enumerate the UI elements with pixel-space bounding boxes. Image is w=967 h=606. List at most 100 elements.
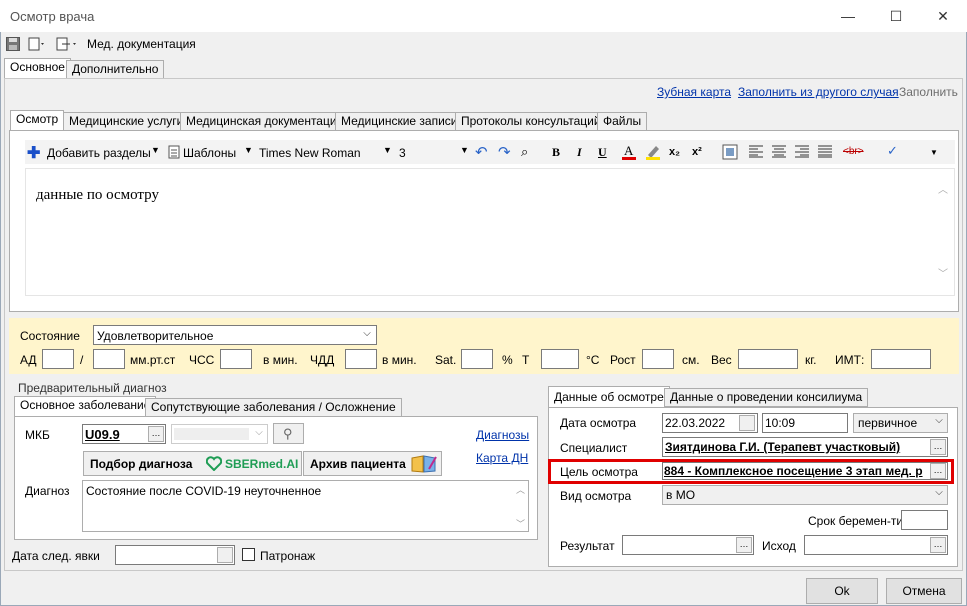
weight-input[interactable]: [738, 349, 798, 369]
state-select[interactable]: Удовлетворительное ⌵: [93, 325, 377, 345]
scroll-down-icon[interactable]: ﹀: [516, 517, 525, 530]
fill-from-other-link[interactable]: Заполнить из другого случая: [738, 85, 899, 99]
result-picker-button[interactable]: …: [736, 537, 752, 553]
specialist-picker-button[interactable]: …: [930, 439, 946, 455]
ribbon-button[interactable]: ⚲: [273, 423, 304, 444]
patient-archive-button[interactable]: Архив пациента: [303, 451, 442, 476]
ad-slash: /: [80, 353, 84, 367]
underline-button[interactable]: U: [598, 145, 607, 160]
size-dropdown-icon[interactable]: ▼: [460, 145, 469, 155]
diagnoses-link[interactable]: Диагнозы: [476, 428, 529, 442]
tab-med-records[interactable]: Медицинские записи: [335, 112, 464, 131]
tab-consilium[interactable]: Данные о проведении консилиума: [664, 388, 869, 407]
tab-files[interactable]: Файлы: [597, 112, 648, 131]
imt-input[interactable]: [871, 349, 931, 369]
chevron-down-icon[interactable]: ▼: [244, 145, 253, 155]
chevron-down-icon[interactable]: ⌵: [252, 427, 266, 438]
patronage-checkbox[interactable]: [242, 548, 255, 561]
add-icon[interactable]: ✚: [27, 143, 40, 163]
tab-med-services[interactable]: Медицинские услуги: [63, 112, 190, 131]
template-icon[interactable]: [168, 145, 180, 159]
highlight-icon[interactable]: [645, 143, 661, 161]
outcome-picker-button[interactable]: …: [930, 537, 946, 553]
redo-icon[interactable]: ↷: [498, 143, 511, 161]
pregnancy-input[interactable]: [901, 510, 948, 530]
scroll-up-icon[interactable]: ︿: [938, 181, 948, 196]
align-right-icon[interactable]: [795, 145, 809, 158]
fill-link[interactable]: Заполнить: [899, 85, 958, 99]
ok-button[interactable]: Ok: [806, 578, 878, 604]
add-sections-button[interactable]: Добавить разделы: [47, 146, 151, 160]
card-dn-link[interactable]: Карта ДН: [476, 451, 528, 465]
tab-exam-data[interactable]: Данные об осмотре: [548, 386, 670, 408]
superscript-icon[interactable]: x²: [692, 146, 702, 158]
font-dropdown-icon[interactable]: ▼: [383, 145, 392, 155]
kind-select[interactable]: в МО ⌵: [662, 485, 948, 505]
close-button[interactable]: ✕: [933, 6, 953, 26]
find-icon[interactable]: ⌕: [521, 144, 528, 160]
save-icon[interactable]: [6, 37, 20, 51]
pick-diagnosis-button[interactable]: Подбор диагноза SBERmed.AI: [83, 451, 302, 476]
minimize-button[interactable]: —: [838, 6, 858, 26]
font-select[interactable]: Times New Roman: [259, 146, 361, 160]
scroll-down-icon[interactable]: ﹀: [938, 265, 948, 280]
height-unit: см.: [682, 353, 700, 367]
tab-additional[interactable]: Дополнительно: [66, 60, 165, 79]
bold-button[interactable]: B: [552, 145, 560, 160]
more-options-icon[interactable]: ▼: [930, 148, 938, 157]
align-left-icon[interactable]: [749, 145, 763, 158]
toolbar: Мед. документация: [0, 32, 967, 56]
tab-main-disease[interactable]: Основное заболевание: [14, 396, 157, 417]
chevron-down-icon[interactable]: ⌵: [932, 415, 946, 426]
spellcheck-icon[interactable]: ✓: [887, 143, 898, 159]
tab-exam[interactable]: Осмотр: [10, 110, 65, 131]
next-visit-date-input[interactable]: [115, 545, 235, 565]
diagnosis-textarea[interactable]: Состояние после COVID-19 неуточненное ︿ …: [82, 480, 529, 532]
size-select[interactable]: 3: [399, 146, 406, 160]
justify-icon[interactable]: [818, 145, 832, 158]
image-icon[interactable]: [722, 144, 738, 160]
cancel-button[interactable]: Отмена: [886, 578, 962, 604]
templates-button[interactable]: Шаблоны: [183, 146, 236, 160]
maximize-button[interactable]: ☐: [886, 6, 906, 26]
calendar-button[interactable]: [739, 415, 755, 431]
mkb-picker-button[interactable]: …: [148, 426, 164, 442]
tab-med-documentation[interactable]: Медицинская документация: [180, 112, 350, 131]
scroll-up-icon[interactable]: ︿: [516, 483, 525, 496]
italic-button[interactable]: I: [577, 145, 582, 160]
result-input[interactable]: …: [622, 535, 754, 555]
undo-icon[interactable]: ↶: [475, 143, 488, 161]
editor-content[interactable]: данные по осмотру ︿ ﹀: [25, 168, 955, 296]
mkb-input[interactable]: U09.9 …: [82, 424, 166, 444]
sat-input[interactable]: [461, 349, 493, 369]
exam-type-select[interactable]: первичное ⌵: [853, 413, 948, 433]
outcome-input[interactable]: …: [804, 535, 948, 555]
chevron-down-icon[interactable]: ⌵: [932, 487, 946, 498]
med-docs-menu[interactable]: Мед. документация: [87, 37, 196, 51]
chss-input[interactable]: [220, 349, 252, 369]
calendar-button[interactable]: [217, 547, 233, 563]
exam-date-input[interactable]: 22.03.2022: [662, 413, 758, 433]
tab-main[interactable]: Основное: [4, 58, 71, 79]
chdd-input[interactable]: [345, 349, 377, 369]
tab-consult-protocols[interactable]: Протоколы консультаций: [455, 112, 607, 131]
ad-systolic-input[interactable]: [42, 349, 74, 369]
strip-formatting-icon[interactable]: <br>: [843, 146, 864, 157]
exam-time-input[interactable]: 10:09: [762, 413, 848, 433]
chevron-down-icon[interactable]: ▼: [151, 145, 160, 155]
export-icon[interactable]: [56, 37, 80, 51]
align-center-icon[interactable]: [772, 145, 786, 158]
chevron-down-icon[interactable]: ⌵: [360, 328, 374, 339]
specialist-input[interactable]: Зиятдинова Г.И. (Терапевт участковый) …: [662, 437, 948, 457]
goal-picker-button[interactable]: …: [930, 463, 946, 479]
height-input[interactable]: [642, 349, 674, 369]
ad-diastolic-input[interactable]: [93, 349, 125, 369]
temp-input[interactable]: [541, 349, 579, 369]
subscript-icon[interactable]: x₂: [669, 146, 680, 158]
dental-chart-link[interactable]: Зубная карта: [657, 85, 731, 99]
print-icon[interactable]: [28, 37, 46, 51]
font-color-icon[interactable]: A: [621, 143, 637, 161]
goal-input[interactable]: 884 - Комплексное посещение 3 этап мед. …: [662, 462, 948, 480]
tab-comorbidities[interactable]: Сопутствующие заболевания / Осложнение: [145, 398, 402, 417]
mkb-secondary-select[interactable]: ⌵: [171, 424, 268, 444]
